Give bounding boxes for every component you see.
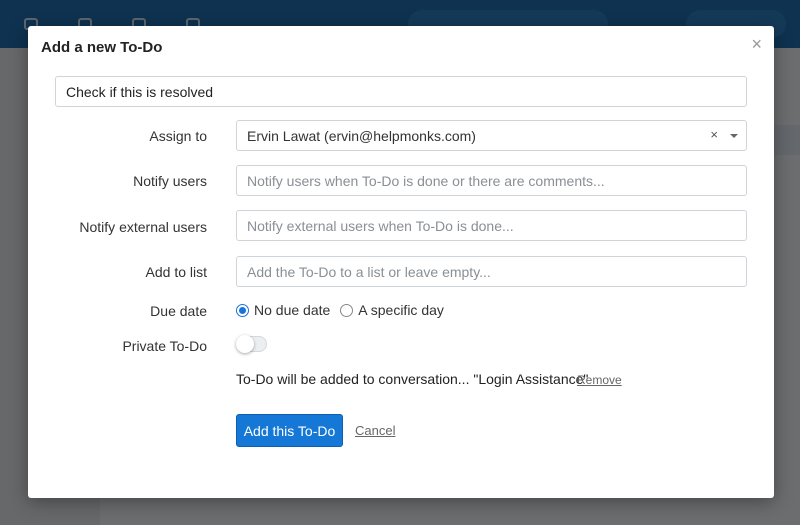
- assign-to-select[interactable]: Ervin Lawat (ervin@helpmonks.com) ×: [236, 120, 747, 151]
- chevron-down-icon[interactable]: [730, 134, 738, 138]
- notify-external-label: Notify external users: [79, 219, 207, 235]
- clear-icon[interactable]: ×: [710, 127, 718, 142]
- due-date-radio-group: No due date A specific day: [236, 302, 444, 318]
- add-to-list-label: Add to list: [145, 264, 207, 280]
- notify-users-input[interactable]: [236, 165, 747, 196]
- assign-to-label: Assign to: [149, 128, 207, 144]
- todo-title-input[interactable]: [55, 76, 747, 107]
- conversation-info: To-Do will be added to conversation... "…: [236, 371, 589, 387]
- remove-link[interactable]: Remove: [577, 373, 622, 387]
- radio-specific-day[interactable]: [340, 303, 354, 317]
- add-to-list-input[interactable]: [236, 256, 747, 287]
- assign-to-value: Ervin Lawat (ervin@helpmonks.com): [247, 127, 476, 144]
- private-todo-toggle[interactable]: [236, 335, 267, 353]
- toggle-knob: [236, 335, 254, 353]
- add-todo-button[interactable]: Add this To-Do: [236, 414, 343, 447]
- radio-no-due-date[interactable]: [236, 303, 249, 317]
- close-icon[interactable]: ×: [751, 34, 762, 55]
- due-date-label: Due date: [150, 303, 207, 319]
- radio-specific-day-label[interactable]: A specific day: [358, 302, 444, 318]
- radio-no-due-date-label[interactable]: No due date: [254, 302, 330, 318]
- add-todo-modal: Add a new To-Do × Assign to Ervin Lawat …: [28, 26, 774, 498]
- notify-users-label: Notify users: [133, 173, 207, 189]
- modal-title: Add a new To-Do: [41, 39, 163, 56]
- private-todo-label: Private To-Do: [122, 338, 207, 354]
- notify-external-input[interactable]: [236, 210, 747, 241]
- cancel-button[interactable]: Cancel: [355, 423, 395, 438]
